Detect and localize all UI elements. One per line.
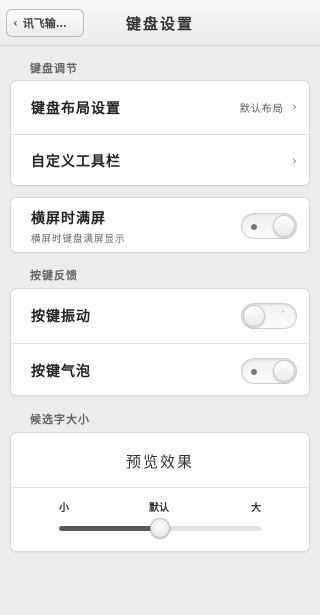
keyboard-adjust-card: 键盘布局设置 默认布局 › 自定义工具栏 › [10,80,310,186]
key-bubble-row: 按键气泡 [11,343,309,397]
landscape-card: 横屏时满屏 横屏时键盘满屏显示 [10,197,310,253]
toggle-knob [273,359,295,382]
key-feedback-card: 按键振动 ⌃ 按键气泡 [10,288,310,396]
top-bar: ‹ 讯飞输… 键盘设置 [0,0,320,46]
landscape-fullscreen-label: 横屏时满屏 [31,210,106,227]
toggle-knob [243,305,265,327]
key-bubble-label: 按键气泡 [31,363,91,380]
section-label-keyboard-adjust: 键盘调节 [30,62,78,75]
keyboard-layout-value: 默认布局 [239,104,284,115]
divider [11,487,309,488]
slider-knob[interactable] [150,518,170,538]
section-label-key-feedback: 按键反馈 [30,269,78,282]
toggle-knob [273,215,295,237]
key-bubble-toggle[interactable] [241,357,297,384]
candidate-size-card: 预览效果 小 默认 大 [10,432,310,552]
key-vibration-toggle[interactable]: ⌃ [241,303,297,329]
toggle-dot [251,368,257,375]
landscape-fullscreen-sublabel: 横屏时键盘满屏显示 [31,233,126,245]
key-vibration-row: 按键振动 ⌃ [11,289,309,343]
keyboard-layout-label: 键盘布局设置 [31,100,121,117]
page-title: 键盘设置 [125,15,194,33]
custom-toolbar-label: 自定义工具栏 [31,154,121,170]
size-label-small: 小 [59,503,69,514]
landscape-fullscreen-toggle[interactable] [241,213,297,239]
slider-fill [59,526,160,531]
size-label-default: 默认 [149,503,169,514]
landscape-fullscreen-row: 横屏时满屏 横屏时键盘满屏显示 [11,198,309,254]
caret-icon: ⌃ [279,310,287,320]
size-label-large: 大 [251,503,261,514]
chevron-right-icon: › [291,100,297,115]
toggle-dot [251,224,257,230]
section-label-candidate-size: 候选字大小 [30,413,90,426]
custom-toolbar-row[interactable]: 自定义工具栏 › [11,134,309,187]
size-labels: 小 默认 大 [11,499,309,514]
keyboard-layout-row[interactable]: 键盘布局设置 默认布局 › [11,81,309,134]
preview-text: 预览效果 [125,453,194,471]
key-vibration-label: 按键振动 [31,309,91,325]
chevron-right-icon: › [291,153,297,169]
font-size-slider[interactable] [59,518,261,538]
